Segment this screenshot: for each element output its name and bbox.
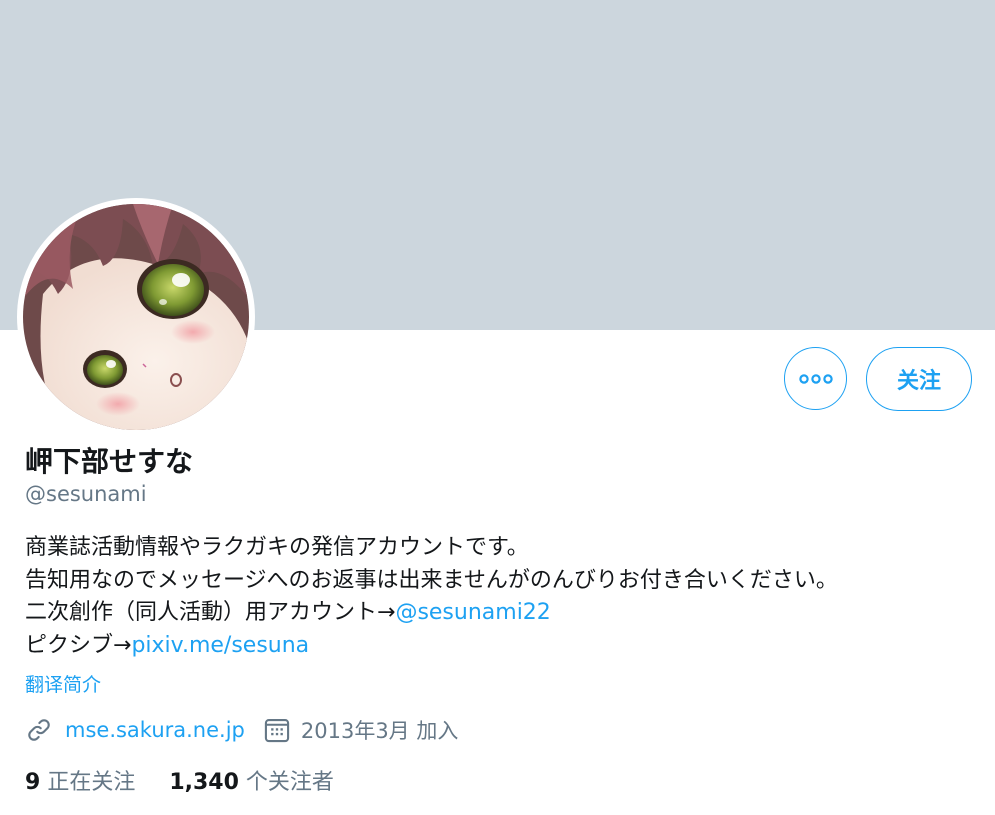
pixiv-link[interactable]: pixiv.me/sesuna — [131, 633, 309, 658]
mention-link[interactable]: @sesunami22 — [395, 600, 550, 625]
profile-meta: mse.sakura.ne.jp 2013年3月 加入 — [25, 714, 458, 746]
profile-page: 关注 岬下部せすな @sesunami 商業誌活動情報やラクガキの発信アカウント… — [0, 0, 995, 815]
avatar-illustration — [23, 204, 249, 430]
profile-bio: 商業誌活動情報やラクガキの発信アカウントです。 告知用なのでメッセージへのお返事… — [25, 532, 838, 662]
more-icon — [798, 373, 833, 384]
following-count: 9 — [25, 770, 41, 795]
join-date: 2013年3月 加入 — [300, 719, 459, 743]
bio-line: 告知用なのでメッセージへのお返事は出来ませんがのんびりお付き合いください。 — [25, 567, 838, 593]
bio-line: ピクシブ→pixiv.me/sesuna — [25, 630, 838, 663]
display-name: 岬下部せすな — [25, 445, 194, 478]
following-stat[interactable]: 9 正在关注 — [25, 764, 135, 796]
username: @sesunami — [25, 482, 147, 506]
translate-bio-link[interactable]: 翻译简介 — [25, 670, 101, 697]
profile-stats: 9 正在关注 1,340 个关注者 — [25, 764, 334, 796]
more-options-button[interactable] — [784, 347, 847, 410]
link-icon — [25, 716, 53, 744]
bio-line: 二次創作（同人活動）用アカウント→@sesunami22 — [25, 597, 838, 630]
calendar-icon — [263, 716, 291, 744]
follow-button-label: 关注 — [896, 369, 941, 394]
avatar-border — [17, 198, 255, 436]
following-label: 正在关注 — [47, 770, 136, 795]
followers-count: 1,340 — [169, 770, 239, 795]
bio-text: ピクシブ→ — [25, 632, 132, 658]
followers-stat[interactable]: 1,340 个关注者 — [169, 764, 334, 796]
bio-text: 二次創作（同人活動）用アカウント→ — [25, 600, 396, 625]
avatar[interactable] — [23, 204, 249, 430]
followers-label: 个关注者 — [245, 770, 334, 795]
bio-line: 商業誌活動情報やラクガキの発信アカウントです。 — [25, 535, 529, 560]
website-link[interactable]: mse.sakura.ne.jp — [65, 718, 245, 742]
follow-button[interactable]: 关注 — [866, 347, 972, 411]
